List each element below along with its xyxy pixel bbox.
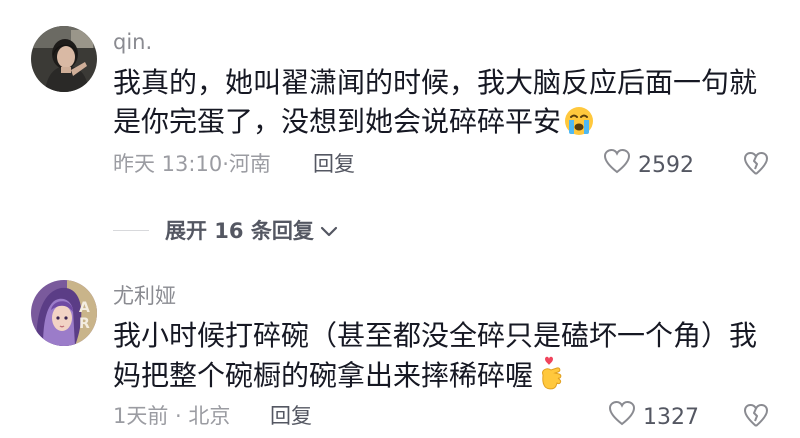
comment-text: 我真的，她叫翟潇闻的时候，我大脑反应后面一句就是你完蛋了，没想到她会说碎碎平安 [113,63,773,147]
comment-meta: 1天前 · 北京 回复 1327 [113,400,800,432]
comment-body: 我小时候打碎碗（甚至都没全碎只是磕坏一个角）我妈把整个碗橱的碗拿出来摔稀碎喔 [113,319,758,392]
comment-body: 我真的，她叫翟潇闻的时候，我大脑反应后面一句就是你完蛋了，没想到她会说碎碎平安 [113,66,758,138]
comment-meta: 昨天 13:10·河南 回复 2592 [113,148,800,180]
time-location: 昨天 13:10·河南 [113,152,271,176]
reply-button[interactable]: 回复 [270,400,312,432]
svg-text:R: R [79,316,90,332]
broken-heart-icon[interactable] [743,151,769,186]
broken-heart-icon[interactable] [743,403,769,438]
chevron-down-icon [320,218,338,242]
like-button[interactable]: 1327 [608,400,699,435]
like-count: 2592 [638,152,694,178]
avatar[interactable] [31,26,97,92]
expand-replies-button[interactable]: 展开 16 条回复 [165,215,338,245]
heart-icon [603,148,631,183]
avatar[interactable]: A R [31,280,97,346]
crying-face-emoji [563,105,595,147]
comment-item: qin. 我真的，她叫翟潇闻的时候，我大脑反应后面一句就是你完蛋了，没想到她会说… [0,0,800,200]
expand-replies-row: 展开 16 条回复 [113,212,338,248]
expand-replies-label: 展开 16 条回复 [165,219,314,243]
finger-heart-emoji [535,355,565,401]
svg-text:A: A [79,300,90,316]
comment-item: A R 尤利娅 我小时候打碎碗（甚至都没全碎只是磕坏一个角）我妈把整个碗橱的碗拿… [0,262,800,436]
username[interactable]: qin. [113,32,152,53]
like-count: 1327 [643,404,699,430]
heart-icon [608,400,636,435]
divider-line [113,229,149,231]
username[interactable]: 尤利娅 [113,286,176,307]
time-location: 1天前 · 北京 [113,404,231,428]
comment-text: 我小时候打碎碗（甚至都没全碎只是磕坏一个角）我妈把整个碗橱的碗拿出来摔稀碎喔 [113,316,773,401]
reply-button[interactable]: 回复 [313,148,355,180]
like-button[interactable]: 2592 [603,148,694,183]
